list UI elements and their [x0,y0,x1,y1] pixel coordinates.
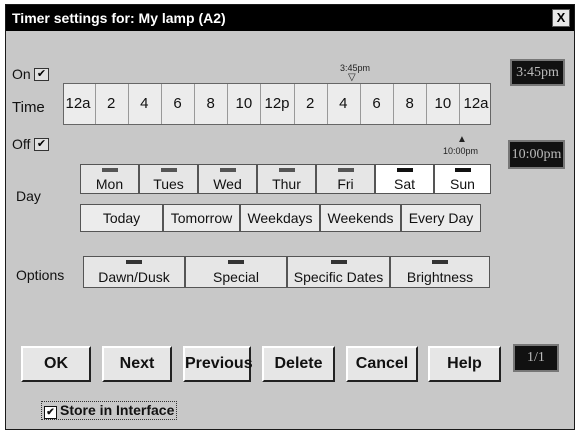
preset-weekends-button[interactable]: Weekends [320,204,401,232]
time-tick-label: 4 [140,95,149,112]
store-in-interface-option[interactable]: ✔ Store in Interface [41,401,178,420]
page-indicator: 1/1 [513,344,559,372]
option-button-label: Dawn/Dusk [98,269,170,285]
title-bar: Timer settings for: My lamp (A2) X [6,5,574,31]
store-label: Store in Interface [60,402,175,418]
preset-weekdays-button[interactable]: Weekdays [240,204,320,232]
on-label: On [12,66,31,82]
time-tick-label: 4 [339,95,348,112]
time-tick-label: 12a [463,95,489,112]
day-indicator-led [337,168,354,172]
day-button-label: Tues [153,176,184,192]
previous-button[interactable]: Previous [183,346,253,382]
time-tick [94,84,96,124]
day-button-thur[interactable]: Thur [257,164,316,194]
time-tick-label: 8 [206,95,215,112]
off-time-display: 10:00pm [508,140,565,169]
time-tick-label: 8 [405,95,414,112]
option-button-label: Special [213,269,259,285]
close-icon[interactable]: X [552,9,570,27]
on-time-display: 3:45pm [510,59,565,86]
day-button-label: Thur [272,176,301,192]
time-tick [359,84,361,124]
store-checkbox[interactable]: ✔ [44,406,57,419]
option-specific-dates-button[interactable]: Specific Dates [287,256,390,288]
time-tick-label: 12a [65,95,91,112]
day-button-sat[interactable]: Sat [375,164,434,194]
off-label: Off [12,136,31,152]
time-tick-label: 10 [434,95,452,112]
day-indicator-led [101,168,118,172]
cancel-button[interactable]: Cancel [346,346,418,382]
day-indicator-led [160,168,177,172]
time-tick-label: 6 [372,95,381,112]
time-bar[interactable]: 12a 2 4 6 8 10 12p 2 4 6 8 10 12a [63,83,491,125]
day-label: Day [16,188,41,204]
day-button-label: Mon [95,176,124,192]
option-buttons: Dawn/Dusk Special Specific Dates Brightn… [83,256,490,288]
help-button[interactable]: Help [428,346,501,382]
option-dawn-dusk-button[interactable]: Dawn/Dusk [83,256,185,288]
option-button-label: Brightness [406,269,474,285]
day-presets: Today Tomorrow Weekdays Weekends Every D… [80,204,481,232]
time-tick-label: 12p [264,95,290,112]
time-tick [459,84,461,124]
day-indicator-led [219,168,236,172]
timer-settings-window: Timer settings for: My lamp (A2) X On ✔ … [5,4,575,430]
day-button-label: Sun [450,176,475,192]
time-tick-label: 2 [305,95,315,112]
day-button-label: Wed [213,176,242,192]
on-marker-icon[interactable]: ▽ [348,72,356,83]
time-tick-label: 2 [106,95,116,112]
time-tick [260,84,262,124]
on-checkbox[interactable]: ✔ [34,68,49,81]
preset-everyday-button[interactable]: Every Day [401,204,481,232]
day-indicator-led [454,168,471,172]
time-tick-label: 10 [235,95,253,112]
day-buttons: Mon Tues Wed Thur Fri Sat Sun [80,164,491,194]
next-button[interactable]: Next [102,346,172,382]
option-indicator-led [126,260,142,264]
day-button-fri[interactable]: Fri [316,164,375,194]
off-checkbox[interactable]: ✔ [34,138,49,151]
time-tick [160,84,162,124]
day-button-wed[interactable]: Wed [198,164,257,194]
preset-today-button[interactable]: Today [80,204,163,232]
option-indicator-led [432,260,448,264]
time-tick [326,84,328,124]
options-label: Options [16,267,65,283]
time-tick-label: 6 [173,95,182,112]
option-indicator-led [330,260,347,264]
ok-button[interactable]: OK [21,346,91,382]
option-special-button[interactable]: Special [185,256,287,288]
off-marker-label: 10:00pm [443,146,479,156]
time-tick [194,84,196,124]
day-button-label: Fri [337,176,354,192]
day-button-tues[interactable]: Tues [139,164,198,194]
time-tick [127,84,129,124]
day-button-mon[interactable]: Mon [80,164,139,194]
day-indicator-led [278,168,295,172]
time-tick [393,84,395,124]
day-button-label: Sat [393,176,415,192]
option-button-label: Specific Dates [293,269,384,285]
delete-button[interactable]: Delete [262,346,335,382]
time-tick [293,84,295,124]
day-indicator-led [396,168,413,172]
preset-tomorrow-button[interactable]: Tomorrow [163,204,240,232]
window-title: Timer settings for: My lamp (A2) [12,10,226,26]
option-indicator-led [228,260,244,264]
time-tick [227,84,229,124]
day-button-sun[interactable]: Sun [434,164,491,194]
off-marker-icon[interactable]: ▲ [457,134,467,145]
option-brightness-button[interactable]: Brightness [390,256,490,288]
time-tick [426,84,428,124]
time-label: Time [12,99,45,116]
